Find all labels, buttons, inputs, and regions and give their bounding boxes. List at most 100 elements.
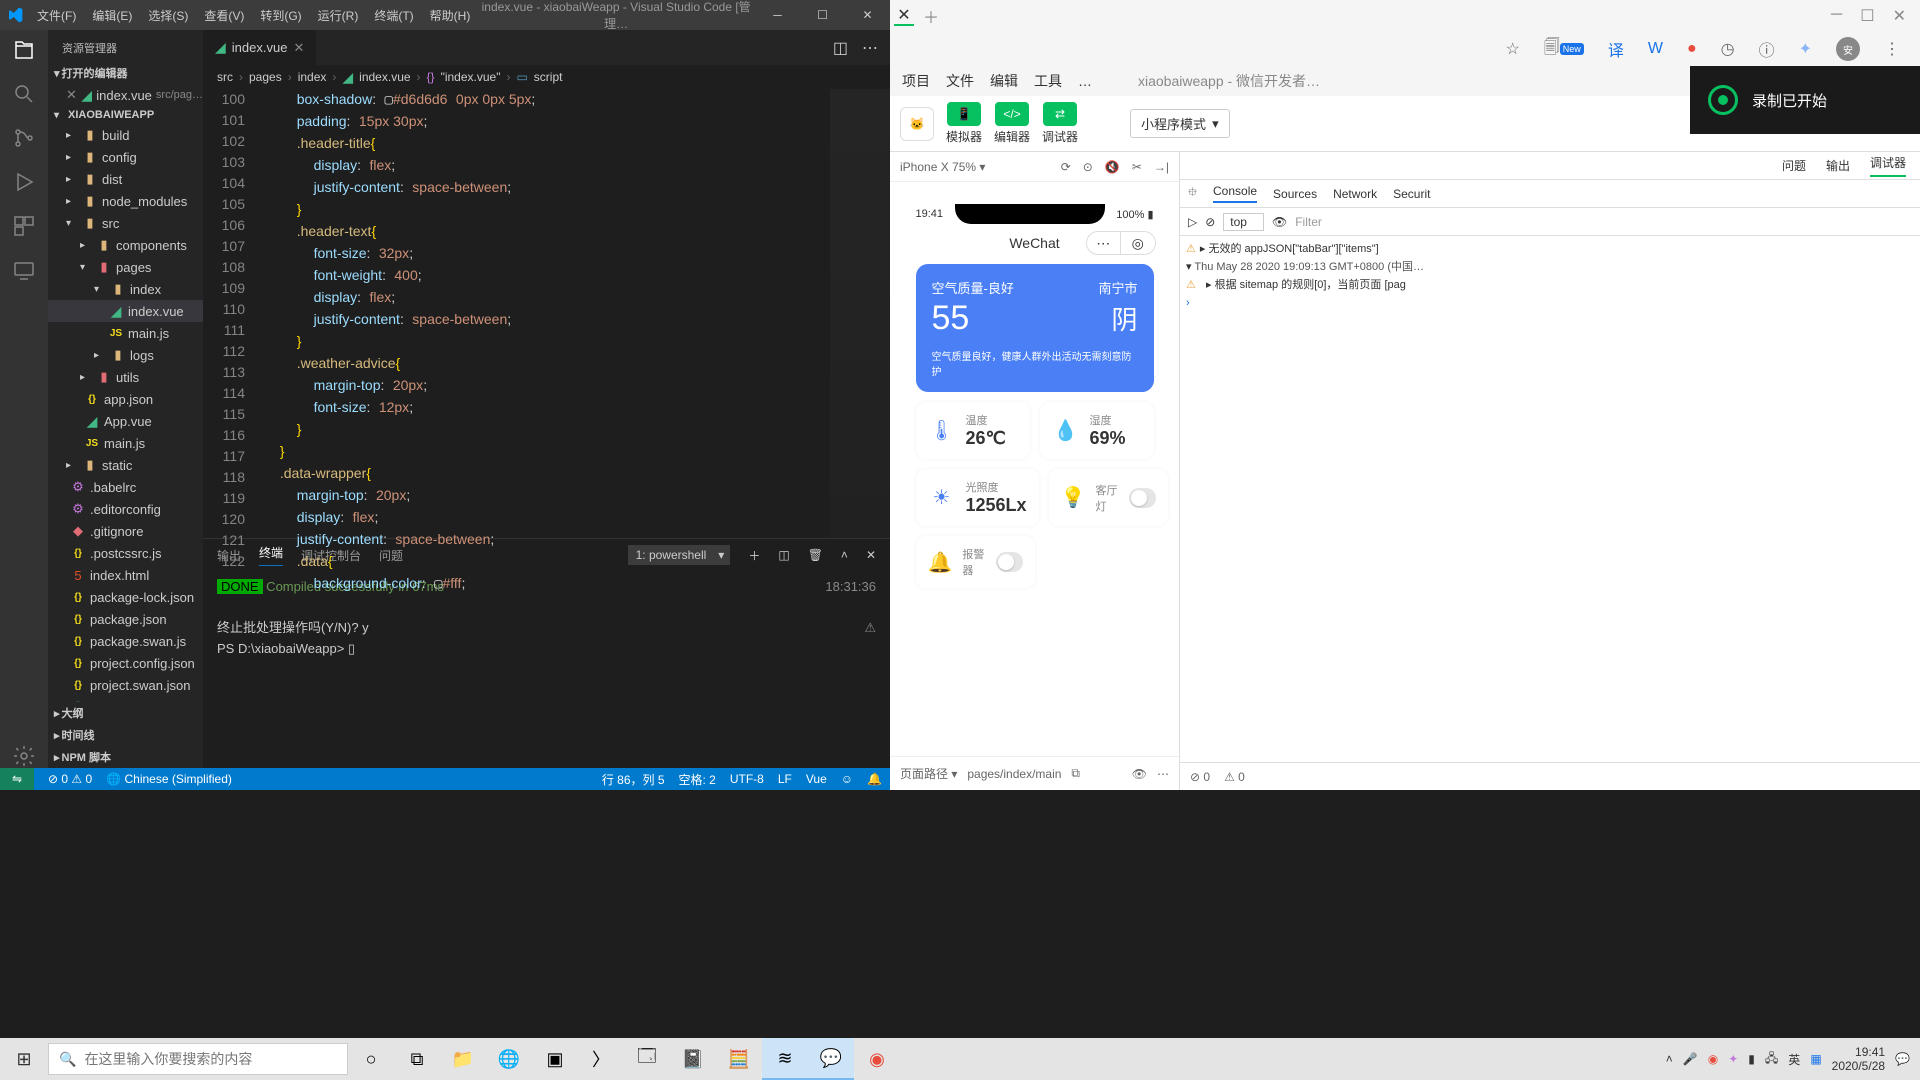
status-encoding[interactable]: UTF-8 — [730, 772, 764, 786]
bookmark-icon[interactable]: ☆ — [1505, 39, 1519, 59]
folder-utils[interactable]: ▸▮utils — [48, 366, 203, 388]
dt-console[interactable]: Console — [1213, 184, 1257, 203]
copy-path-icon[interactable]: ⧉ — [1071, 766, 1080, 781]
folder-config[interactable]: ▸▮config — [48, 146, 203, 168]
scm-icon[interactable] — [12, 126, 36, 150]
menu-terminal[interactable]: 终端(T) — [367, 3, 420, 28]
menu-goto[interactable]: 转到(G) — [253, 3, 308, 28]
split-editor-icon[interactable]: ◫ — [833, 38, 848, 58]
wx-editor-tool[interactable]: </>编辑器 — [994, 102, 1030, 145]
ext-icon-4[interactable]: ◷ — [1721, 39, 1735, 59]
app-taskbar-icon-1[interactable]: 🗔 — [624, 1038, 670, 1080]
ext-icon-2[interactable]: W — [1648, 40, 1663, 58]
remote-icon[interactable] — [12, 258, 36, 282]
wx-menu-more[interactable]: … — [1078, 73, 1092, 89]
calc-taskbar-icon[interactable]: 🧮 — [716, 1038, 762, 1080]
settings-icon[interactable] — [12, 744, 36, 768]
ext-icon-3[interactable]: ● — [1687, 40, 1697, 58]
sim-exit-icon[interactable]: →| — [1154, 160, 1169, 174]
file-index-html[interactable]: 5index.html — [48, 564, 203, 586]
search-icon[interactable] — [12, 82, 36, 106]
dt-sources[interactable]: Sources — [1273, 187, 1317, 201]
taskbar-search[interactable]: 🔍 在这里输入你要搜索的内容 — [48, 1043, 348, 1075]
app-taskbar-icon-2[interactable]: 📓 — [670, 1038, 716, 1080]
folder-dist[interactable]: ▸▮dist — [48, 168, 203, 190]
vscode-taskbar-icon[interactable]: ≋ — [762, 1038, 808, 1080]
alarm-toggle[interactable] — [996, 552, 1022, 572]
folder-pages[interactable]: ▾▮pages — [48, 256, 203, 278]
chrome-taskbar-icon[interactable]: 🌐 — [486, 1038, 532, 1080]
maximize-panel-icon[interactable]: ˄ — [841, 548, 848, 562]
terminal-selector[interactable]: 1: powershell — [628, 545, 731, 565]
tray-mic-icon[interactable]: 🎤 — [1683, 1052, 1698, 1066]
translate-icon[interactable]: 🗐New — [1544, 36, 1584, 63]
folder-index[interactable]: ▾▮index — [48, 278, 203, 300]
tray-app-icon-2[interactable]: ✦ — [1728, 1052, 1738, 1066]
cortana-icon[interactable]: ○ — [348, 1038, 394, 1080]
tray-app-icon-3[interactable]: ▦ — [1810, 1052, 1821, 1066]
outline-section[interactable]: ▸大纲 — [48, 702, 203, 724]
dt-tab-debugger[interactable]: 调试器 — [1870, 154, 1906, 177]
minimize-button[interactable]: ─ — [755, 0, 800, 30]
file-swan[interactable]: {}package.swan.js — [48, 630, 203, 652]
kill-terminal-icon[interactable]: 🗑 — [808, 548, 823, 562]
dt-network[interactable]: Network — [1333, 187, 1377, 201]
file-main-js[interactable]: JSmain.js — [48, 322, 203, 344]
status-position[interactable]: 行 86，列 5 — [602, 771, 665, 788]
notifications-icon[interactable]: 💬 — [1895, 1052, 1910, 1066]
page-route-label[interactable]: 页面路径 ▾ — [900, 765, 957, 782]
wx-menu-project[interactable]: 项目 — [902, 71, 930, 91]
editor-tab-index[interactable]: ◢index.vue✕ — [203, 30, 317, 65]
capsule-more-icon[interactable]: ⋯ — [1087, 232, 1122, 254]
status-language[interactable]: 🌐 Chinese (Simplified) — [106, 772, 232, 786]
file-app-json[interactable]: {}app.json — [48, 388, 203, 410]
console-prompt[interactable]: › — [1186, 294, 1914, 312]
menu-view[interactable]: 查看(V) — [197, 3, 251, 28]
ext-icon-6[interactable]: ✦ — [1799, 39, 1812, 59]
extensions-icon[interactable] — [12, 214, 36, 238]
file-babelrc[interactable]: ⚙.babelrc — [48, 476, 203, 498]
tray-app-icon-1[interactable]: ◉ — [1708, 1052, 1718, 1066]
status-bell-icon[interactable]: 🔔 — [867, 772, 882, 786]
start-button[interactable]: ⊞ — [0, 1038, 48, 1080]
tray-ime[interactable]: 英 — [1788, 1051, 1800, 1068]
sim-home-icon[interactable]: ⊙ — [1083, 160, 1093, 174]
wx-close-icon[interactable]: ✕ — [1893, 6, 1906, 26]
chrome-menu-icon[interactable]: ⋮ — [1884, 39, 1900, 59]
file-proj-cfg[interactable]: {}project.config.json — [48, 652, 203, 674]
sim-more-icon[interactable]: ⋯ — [1157, 767, 1169, 781]
more-icon[interactable]: ⋯ — [862, 38, 878, 58]
new-terminal-icon[interactable]: ＋ — [748, 547, 760, 564]
folder-components[interactable]: ▸▮components — [48, 234, 203, 256]
live-expr-icon[interactable]: 👁 — [1272, 215, 1287, 229]
folder-logs[interactable]: ▸▮logs — [48, 344, 203, 366]
folder-build[interactable]: ▸▮build — [48, 124, 203, 146]
split-terminal-icon[interactable]: ◫ — [778, 548, 789, 562]
ext-icon-5[interactable]: ⓘ — [1759, 37, 1775, 61]
file-editorconfig[interactable]: ⚙.editorconfig — [48, 498, 203, 520]
status-errors[interactable]: ⊘ 0 ⚠ 0 — [48, 772, 92, 786]
sim-mute-icon[interactable]: 🔇 — [1105, 160, 1120, 174]
close-panel-icon[interactable]: ✕ — [866, 548, 876, 562]
context-selector[interactable]: top — [1223, 213, 1264, 231]
status-eol[interactable]: LF — [778, 772, 792, 786]
project-section[interactable]: ▾XIAOBAIWEAPP — [48, 106, 203, 124]
inspect-icon[interactable]: ⯐ — [1188, 183, 1197, 204]
tray-battery-icon[interactable]: ▮ — [1748, 1052, 1755, 1066]
dt-tab-problems[interactable]: 问题 — [1782, 157, 1806, 174]
status-filetype[interactable]: Vue — [806, 772, 827, 786]
folder-node-modules[interactable]: ▸▮node_modules — [48, 190, 203, 212]
capsule-menu[interactable]: ⋯◎ — [1086, 231, 1156, 255]
capsule-close-icon[interactable]: ◎ — [1121, 232, 1155, 254]
avatar-icon[interactable]: 安 — [1836, 37, 1860, 61]
minimap[interactable] — [830, 89, 890, 538]
code-editor[interactable]: 1001011021031041051061071081091101111121… — [203, 89, 890, 538]
open-editors-section[interactable]: ▾打开的编辑器 — [48, 62, 203, 84]
taskbar-clock[interactable]: 19:412020/5/28 — [1832, 1045, 1885, 1073]
app-taskbar-icon-3[interactable]: ◉ — [854, 1038, 900, 1080]
wx-menu-tools[interactable]: 工具 — [1034, 71, 1062, 91]
dt-tab-output[interactable]: 输出 — [1826, 157, 1850, 174]
breadcrumbs[interactable]: src› pages› index› ◢index.vue› {}"index.… — [203, 65, 890, 89]
menu-select[interactable]: 选择(S) — [141, 3, 195, 28]
folder-src[interactable]: ▾▮src — [48, 212, 203, 234]
